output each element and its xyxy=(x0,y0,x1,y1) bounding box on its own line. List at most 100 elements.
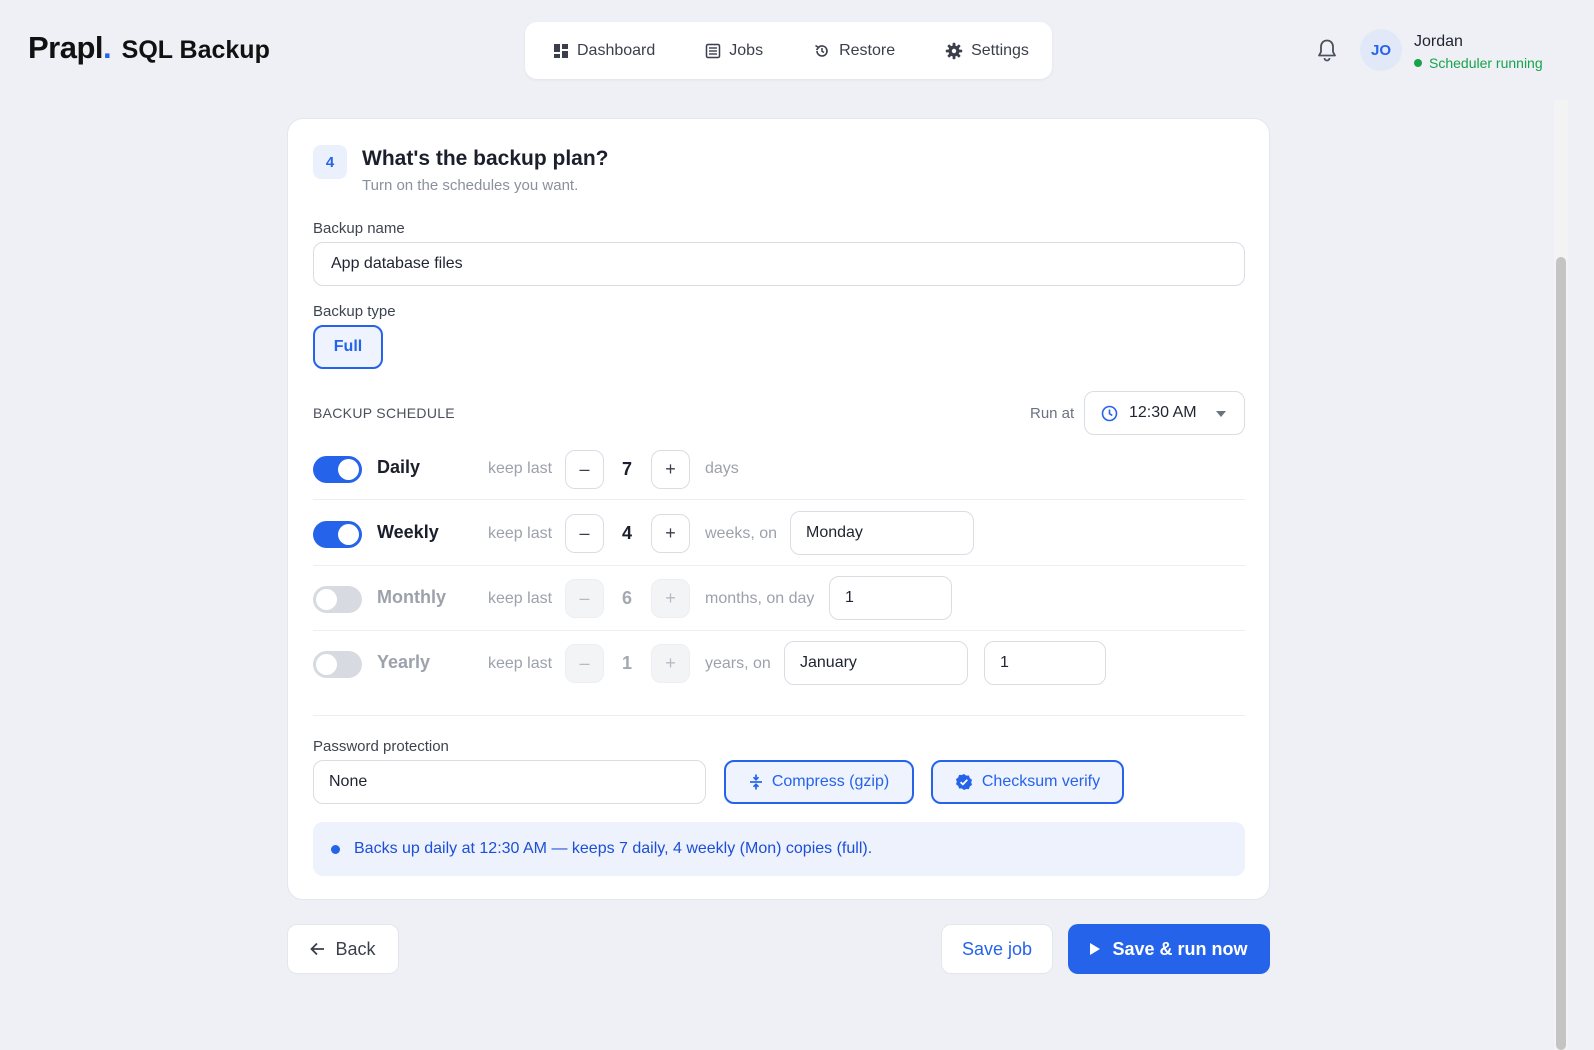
app-logo: Prapl. SQL Backup xyxy=(28,30,270,66)
backup-name-label: Backup name xyxy=(313,220,405,237)
backup-type-full-option[interactable]: Full xyxy=(313,325,383,369)
save-job-button[interactable]: Save job xyxy=(941,924,1053,974)
scheduler-status-text: Scheduler running xyxy=(1429,55,1543,71)
password-protection-value: None xyxy=(329,773,368,790)
backup-name-value: App database files xyxy=(331,255,463,272)
divider xyxy=(313,715,1245,716)
checksum-toggle-button[interactable]: Checksum verify xyxy=(931,760,1124,804)
save-and-run-label: Save & run now xyxy=(1112,938,1248,959)
nav-settings-label: Settings xyxy=(971,41,1029,59)
nav-restore-label: Restore xyxy=(839,41,896,59)
yearly-toggle[interactable] xyxy=(313,651,362,678)
daily-count: 7 xyxy=(621,459,632,479)
daily-keep-label: keep last xyxy=(488,460,553,477)
weekly-day-value: Monday xyxy=(806,524,863,541)
arrow-left-icon xyxy=(310,942,325,956)
monthly-label: Monthly xyxy=(377,587,446,607)
dashboard-icon xyxy=(554,43,568,58)
schedule-row-daily: Daily keep last – 7 + days xyxy=(313,444,1245,494)
bell-icon xyxy=(1318,39,1336,62)
clock-icon xyxy=(1101,405,1118,421)
top-nav: Dashboard Jobs Restore Settings xyxy=(525,22,1052,79)
nav-jobs[interactable]: Jobs xyxy=(705,42,763,60)
avatar[interactable]: JO xyxy=(1360,29,1402,71)
schedule-row-weekly: Weekly keep last – 4 + weeks, on Monday xyxy=(313,509,1245,559)
nav-restore[interactable]: Restore xyxy=(813,42,895,60)
status-dot-icon xyxy=(1414,59,1422,67)
scrollbar-thumb[interactable] xyxy=(1556,257,1566,1050)
save-job-label: Save job xyxy=(961,938,1033,959)
daily-decrement-button[interactable]: – xyxy=(565,450,604,489)
backup-name-input[interactable]: App database files xyxy=(313,242,1245,286)
scheduler-status: Scheduler running xyxy=(1414,55,1543,71)
backup-type-full-label: Full xyxy=(333,338,363,355)
weekly-day-select[interactable]: Monday xyxy=(790,511,974,555)
schedule-row-monthly: Monthly keep last – 6 + months, on day 1 xyxy=(313,574,1245,624)
monthly-toggle[interactable] xyxy=(313,586,362,613)
user-name: Jordan xyxy=(1414,33,1463,50)
weekly-toggle[interactable] xyxy=(313,521,362,548)
daily-increment-button[interactable]: + xyxy=(651,450,690,489)
monthly-keep-label: keep last xyxy=(488,590,553,607)
compress-icon xyxy=(749,774,762,790)
backup-schedule-heading: BACKUP SCHEDULE xyxy=(313,405,455,421)
yearly-keep-label: keep last xyxy=(488,655,553,672)
page-subtitle: Turn on the schedules you want. xyxy=(362,177,579,194)
info-dot-icon xyxy=(331,844,340,854)
password-protection-select[interactable]: None xyxy=(313,760,706,804)
yearly-month-select[interactable]: January xyxy=(784,641,968,685)
run-at-time-value: 12:30 AM xyxy=(1129,404,1197,421)
divider xyxy=(313,499,1245,500)
nav-dashboard[interactable]: Dashboard xyxy=(553,42,655,60)
page-title: What's the backup plan? xyxy=(362,147,609,170)
gear-icon xyxy=(945,42,963,59)
daily-label: Daily xyxy=(377,457,421,477)
brand-dot: . xyxy=(103,30,112,65)
nav-dashboard-label: Dashboard xyxy=(577,41,656,59)
yearly-day-value: 1 xyxy=(1000,654,1009,671)
yearly-count: 1 xyxy=(621,653,632,673)
play-icon xyxy=(1090,943,1101,955)
monthly-increment-button[interactable]: + xyxy=(651,579,690,618)
schedule-summary: Backs up daily at 12:30 AM — keeps 7 dai… xyxy=(313,822,1245,876)
back-button[interactable]: Back xyxy=(287,924,399,974)
yearly-day-input[interactable]: 1 xyxy=(984,641,1106,685)
yearly-increment-button[interactable]: + xyxy=(651,644,690,683)
run-at-time-select[interactable]: 12:30 AM xyxy=(1084,391,1245,435)
schedule-row-yearly: Yearly keep last – 1 + years, on January… xyxy=(313,639,1245,689)
backup-plan-card: 4 What's the backup plan? Turn on the sc… xyxy=(287,118,1270,900)
divider xyxy=(313,565,1245,566)
notifications-button[interactable] xyxy=(1316,38,1338,67)
weekly-increment-button[interactable]: + xyxy=(651,514,690,553)
chevron-down-icon xyxy=(1216,411,1226,417)
save-and-run-button[interactable]: Save & run now xyxy=(1068,924,1270,974)
yearly-unit: years, on xyxy=(705,655,771,672)
brand-name: Prapl xyxy=(28,30,104,65)
product-name: SQL Backup xyxy=(121,36,270,64)
step-badge: 4 xyxy=(313,145,347,179)
monthly-count: 6 xyxy=(621,588,632,608)
password-protection-label: Password protection xyxy=(313,738,449,755)
avatar-initials: JO xyxy=(1370,41,1391,59)
schedule-summary-text: Backs up daily at 12:30 AM — keeps 7 dai… xyxy=(354,840,873,857)
nav-jobs-label: Jobs xyxy=(729,41,764,59)
yearly-label: Yearly xyxy=(377,652,431,672)
nav-settings[interactable]: Settings xyxy=(945,42,1029,60)
compress-label: Compress (gzip) xyxy=(771,773,890,790)
monthly-decrement-button[interactable]: – xyxy=(565,579,604,618)
daily-toggle[interactable] xyxy=(313,456,362,483)
weekly-keep-label: keep last xyxy=(488,525,553,542)
monthly-day-input[interactable]: 1 xyxy=(829,576,952,620)
monthly-day-value: 1 xyxy=(845,589,854,606)
backup-type-label: Backup type xyxy=(313,303,396,320)
compress-toggle-button[interactable]: Compress (gzip) xyxy=(724,760,914,804)
yearly-decrement-button[interactable]: – xyxy=(565,644,604,683)
daily-unit: days xyxy=(705,460,739,477)
weekly-decrement-button[interactable]: – xyxy=(565,514,604,553)
weekly-count: 4 xyxy=(621,523,632,543)
list-icon xyxy=(706,43,721,58)
divider xyxy=(313,630,1245,631)
yearly-month-value: January xyxy=(800,654,857,671)
verified-badge-icon xyxy=(955,774,972,790)
run-at-label: Run at xyxy=(1030,405,1075,422)
